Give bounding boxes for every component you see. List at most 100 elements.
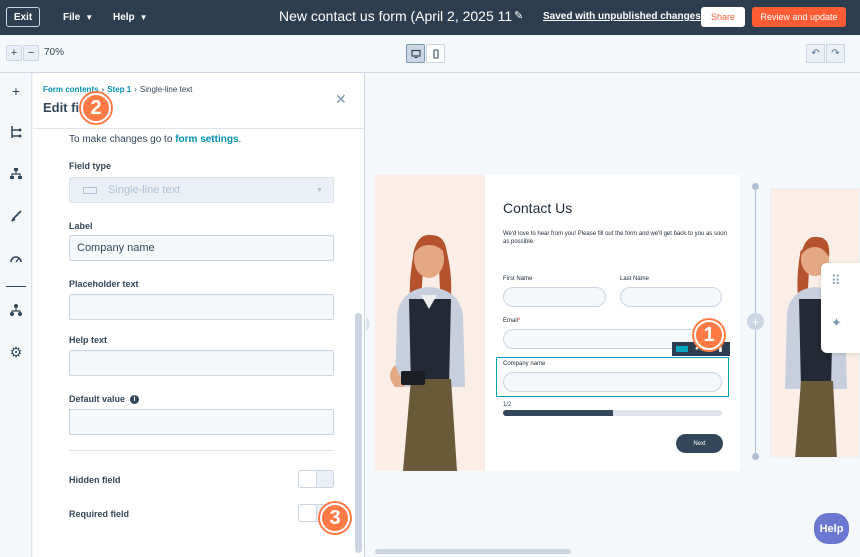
hierarchy-icon[interactable] [6,164,26,184]
divider-handle-bottom[interactable] [752,453,759,460]
breadcrumb-step-1[interactable]: Step 1 [107,85,131,94]
grid-icon[interactable]: ⠿ [831,273,841,289]
help-text-label: Help text [69,335,108,345]
help-menu-label: Help [113,12,135,23]
form-title: Contact Us [503,200,573,216]
canvas-horizontal-scrollbar[interactable] [375,549,571,554]
breadcrumb-current: Single-line text [139,85,193,94]
mobile-icon [432,48,439,59]
field-type-icon[interactable] [676,346,688,352]
add-column-button[interactable]: + [747,313,764,330]
sitemap-icon[interactable] [6,300,26,320]
form-subtitle: We'd love to hear from you! Please fill … [503,231,727,245]
field-type-select: Single-line text ▼ [69,177,334,203]
help-menu[interactable]: Help ▼ [113,0,148,35]
undo-icon: ↶ [811,48,820,59]
form-preview: Contact Us We'd love to hear from you! P… [375,175,740,471]
woman-photo [375,175,485,471]
collapse-panel-tab[interactable] [366,316,370,332]
first-name-input[interactable] [503,287,606,307]
progress-fill [503,410,613,416]
step-badge-2: 2 [81,93,111,123]
document-title[interactable]: New contact us form (April 2, 2025 11: [279,8,513,24]
last-name-input[interactable] [620,287,722,307]
left-rail: + ⚙ [0,73,32,557]
brush-icon[interactable] [6,206,26,226]
save-status-link[interactable]: Saved with unpublished changes [543,11,701,22]
desktop-view-button[interactable] [406,44,425,63]
step-badge-3: 3 [320,503,350,533]
share-button[interactable]: Share [701,7,745,27]
email-label: Email* [503,318,520,324]
email-label-text: Email [503,318,519,324]
editor-toolbar: + − 70% ↶ ↷ [0,35,860,73]
step-badge-1: 1 [694,320,724,350]
undo-button[interactable]: ↶ [806,44,825,63]
redo-icon: ↷ [831,48,840,59]
top-bar: Exit File ▼ Help ▼ New contact us form (… [0,0,860,35]
chevron-down-icon: ▼ [85,13,94,22]
hint-suffix: . [238,134,242,145]
file-menu[interactable]: File ▼ [63,0,93,35]
form-settings-link[interactable]: form settings [175,134,238,145]
branch-icon[interactable] [6,122,26,142]
text-field-icon [83,186,97,194]
divider-handle-top[interactable] [752,183,759,190]
progress-bar [503,410,722,416]
sparkle-icon[interactable]: ✦ [831,315,842,331]
contact-form: Contact Us We'd love to hear from you! P… [485,175,740,471]
breadcrumb: Form contents › Step 1 › Single-line text [43,85,193,94]
zoom-in-button[interactable]: + [6,45,22,61]
rail-divider [6,286,26,287]
placeholder-input[interactable] [69,294,334,320]
next-button[interactable]: Next [676,434,723,453]
breadcrumb-form-contents[interactable]: Form contents [43,85,99,94]
panel-content: To make changes go to form settings. Fie… [33,129,364,557]
gear-icon[interactable]: ⚙ [6,342,26,362]
redo-button[interactable]: ↷ [826,44,845,63]
settings-hint: To make changes go to form settings. [69,134,241,145]
plus-icon[interactable]: + [6,81,26,101]
scroll-thumb[interactable] [355,313,362,553]
company-name-label: Company name [503,361,546,367]
default-value-text: Default value [69,394,126,404]
label-input[interactable]: Company name [69,235,334,261]
gauge-icon[interactable] [6,249,26,269]
preview-canvas: Contact Us We'd love to hear from you! P… [366,73,860,557]
review-and-update-button[interactable]: Review and update [752,7,846,27]
settings-icon[interactable]: ● [695,346,699,352]
zoom-level: 70% [44,47,65,58]
default-value-input[interactable] [69,409,334,435]
progress-label: 1/2 [503,402,512,408]
panel-scrollbar[interactable] [355,129,362,557]
hidden-field-toggle[interactable] [298,470,334,488]
help-text-input[interactable] [69,350,334,376]
file-menu-label: File [63,12,81,23]
edit-field-panel: Form contents › Step 1 › Single-line text Ed… [33,73,365,557]
help-button[interactable]: Help [814,513,849,544]
toggle-knob [299,505,317,521]
field-type-label: Field type [69,161,112,171]
floating-tools: ⠿ ✦ [821,263,860,353]
field-type-value: Single-line text [108,184,181,196]
delete-icon[interactable]: ▮ [719,345,723,353]
label-label: Label [69,221,93,231]
hint-text: To make changes go to [69,134,176,145]
info-icon[interactable]: i [130,395,140,405]
exit-button[interactable]: Exit [6,7,40,27]
mobile-view-button[interactable] [426,44,445,63]
divider [69,450,334,451]
close-icon[interactable]: ✕ [335,91,347,108]
pencil-icon[interactable]: ✎ [514,9,523,22]
zoom-out-button[interactable]: − [23,45,39,61]
required-mark: * [518,318,521,324]
chevron-down-icon: ▼ [139,13,148,22]
first-name-label: First Name [503,276,533,282]
company-name-input[interactable] [503,372,722,392]
toggle-knob [299,471,317,487]
default-value-label: Default value i [69,394,140,405]
placeholder-label: Placeholder text [69,279,139,289]
required-field-label: Required field [69,509,130,519]
desktop-icon [410,49,421,58]
caret-down-icon: ▼ [316,187,323,194]
